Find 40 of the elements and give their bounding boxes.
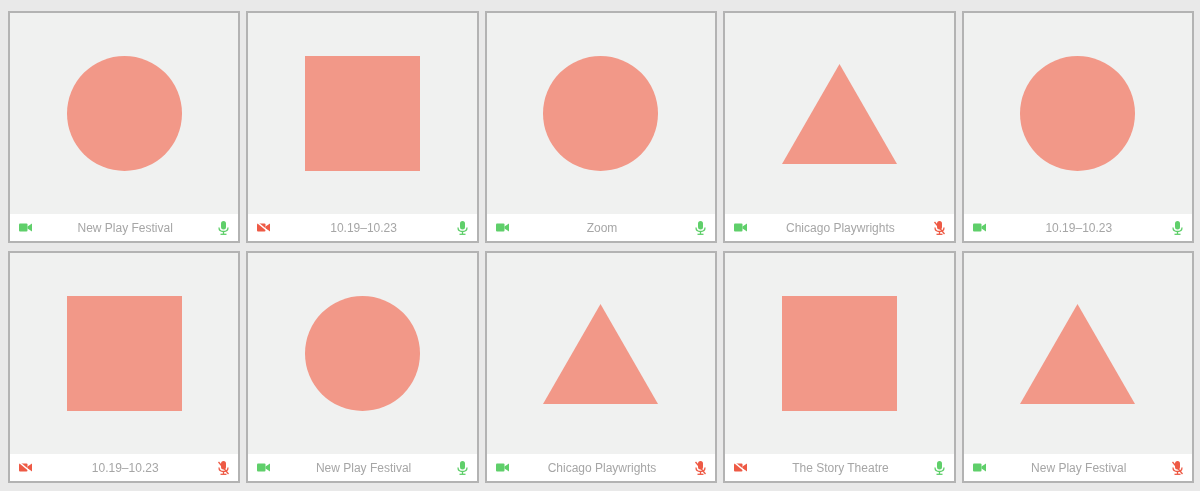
circle-icon: [543, 56, 659, 171]
microphone-muted-icon[interactable]: [933, 220, 945, 235]
participant-name: The Story Theatre: [792, 459, 889, 477]
camera-off-icon[interactable]: [257, 223, 271, 232]
circle-icon: [66, 56, 182, 171]
triangle-icon: [543, 303, 659, 404]
participant-name: New Play Festival: [77, 219, 173, 237]
camera-off-icon[interactable]: [19, 463, 32, 472]
circle-icon: [1020, 56, 1136, 171]
camera-icon[interactable]: [972, 223, 986, 232]
microphone-icon[interactable]: [456, 460, 468, 475]
participant-name: New Play Festival: [315, 459, 412, 477]
participant-name: Chicago Playwrights: [786, 219, 895, 237]
microphone-icon[interactable]: [933, 460, 945, 475]
square-icon: [781, 296, 897, 411]
microphone-icon[interactable]: [695, 220, 707, 235]
microphone-muted-icon[interactable]: [695, 460, 707, 475]
microphone-muted-icon[interactable]: [218, 460, 230, 475]
triangle-icon: [781, 63, 897, 164]
participant-name: Chicago Playwrights: [547, 459, 657, 477]
participant-name: 10.19–10.23: [330, 219, 397, 237]
camera-off-icon[interactable]: [734, 463, 748, 472]
camera-icon[interactable]: [734, 223, 748, 232]
camera-icon[interactable]: [495, 223, 509, 232]
microphone-icon[interactable]: [456, 220, 468, 235]
camera-icon[interactable]: [257, 463, 271, 472]
square-icon: [66, 296, 182, 411]
microphone-icon[interactable]: [1172, 220, 1183, 235]
circle-icon: [305, 296, 421, 411]
triangle-icon: [1020, 303, 1136, 404]
microphone-muted-icon[interactable]: [1171, 460, 1183, 475]
participant-name: 10.19–10.23: [1045, 219, 1113, 237]
camera-icon[interactable]: [19, 223, 32, 232]
participant-name: New Play Festival: [1031, 459, 1127, 477]
square-icon: [305, 56, 421, 171]
camera-icon[interactable]: [972, 463, 986, 472]
microphone-icon[interactable]: [218, 220, 230, 235]
participant-name: 10.19–10.23: [91, 459, 159, 477]
camera-icon[interactable]: [495, 463, 509, 472]
participant-name: Zoom: [586, 219, 618, 237]
